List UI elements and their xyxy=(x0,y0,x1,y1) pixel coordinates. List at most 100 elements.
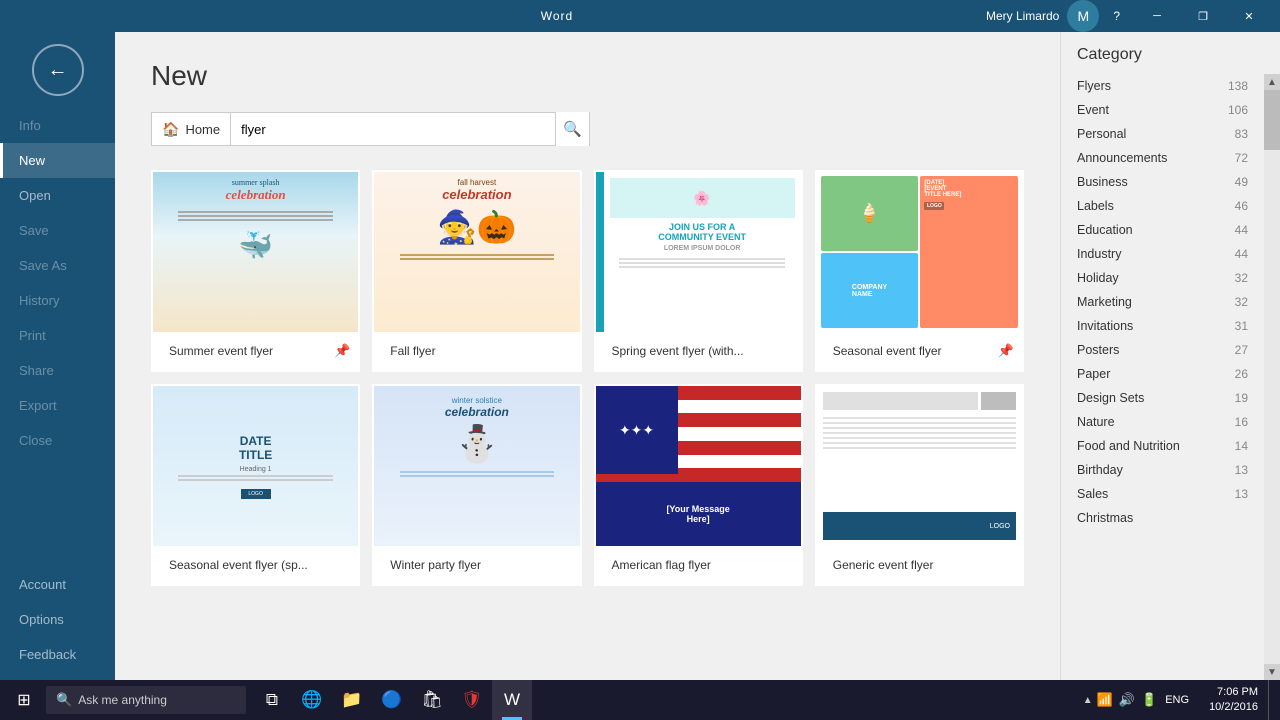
show-desktop-button[interactable] xyxy=(1268,680,1276,720)
scroll-down-arrow[interactable]: ▼ xyxy=(1264,664,1280,680)
category-item-announcements[interactable]: Announcements 72 xyxy=(1061,146,1264,170)
sidebar-item-save-as[interactable]: Save As xyxy=(0,248,115,283)
main-layout: ← Info New Open Save Save As History Pri… xyxy=(0,32,1280,680)
template-thumbnail: winter solstice celebration ⛄ xyxy=(374,386,579,546)
scrollbar-track[interactable] xyxy=(1264,90,1280,664)
search-home-button[interactable]: 🏠 Home xyxy=(151,112,230,146)
taskbar-app-word[interactable]: W xyxy=(492,680,532,720)
template-card[interactable]: 🍦 [DATE][EVENTTITLE HERE] LOGO COMPANYNA… xyxy=(815,170,1024,372)
sidebar-item-close[interactable]: Close xyxy=(0,423,115,458)
template-card[interactable]: winter solstice celebration ⛄ Winter par… xyxy=(372,384,581,586)
tray-chevron-icon[interactable]: ▲ xyxy=(1083,695,1093,706)
category-item-birthday[interactable]: Birthday 13 xyxy=(1061,458,1264,482)
category-name: Education xyxy=(1077,223,1133,237)
template-card[interactable]: 🌸 JOIN US FOR ACOMMUNITY EVENTLOREM IPSU… xyxy=(594,170,803,372)
search-input-wrap: 🔍 xyxy=(230,112,590,146)
taskbar-app-edge[interactable]: 🌐 xyxy=(292,680,332,720)
minimize-btn[interactable]: ─ xyxy=(1134,0,1180,32)
scroll-up-arrow[interactable]: ▲ xyxy=(1264,74,1280,90)
template-label: Fall flyer xyxy=(382,338,443,364)
search-bar: 🏠 Home 🔍 xyxy=(151,112,1024,146)
category-item-education[interactable]: Education 44 xyxy=(1061,218,1264,242)
category-count: 14 xyxy=(1235,439,1248,453)
category-item-personal[interactable]: Personal 83 xyxy=(1061,122,1264,146)
taskbar-app-security[interactable]: 🛡 xyxy=(452,680,492,720)
sidebar-item-print[interactable]: Print xyxy=(0,318,115,353)
user-name: Mery Limardo xyxy=(986,9,1059,23)
category-item-holiday[interactable]: Holiday 32 xyxy=(1061,266,1264,290)
category-count: 49 xyxy=(1235,175,1248,189)
category-name: Personal xyxy=(1077,127,1126,141)
category-count: 32 xyxy=(1235,271,1248,285)
taskbar-search[interactable]: 🔍 Ask me anything xyxy=(46,686,246,714)
category-item-sales[interactable]: Sales 13 xyxy=(1061,482,1264,506)
category-count: 44 xyxy=(1235,223,1248,237)
sidebar-item-info[interactable]: Info xyxy=(0,108,115,143)
template-card[interactable]: summer splash celebration 🐳 xyxy=(151,170,360,372)
category-count: 32 xyxy=(1235,295,1248,309)
category-header: Category xyxy=(1061,32,1280,74)
close-btn[interactable]: ✕ xyxy=(1226,0,1272,32)
sidebar-item-export[interactable]: Export xyxy=(0,388,115,423)
scrollbar-thumb[interactable] xyxy=(1264,90,1280,150)
category-item-marketing[interactable]: Marketing 32 xyxy=(1061,290,1264,314)
template-card[interactable]: fall harvest celebration 🧙🎃 Fall flyer xyxy=(372,170,581,372)
category-item-flyers[interactable]: Flyers 138 xyxy=(1061,74,1264,98)
category-name: Birthday xyxy=(1077,463,1123,477)
category-item-industry[interactable]: Industry 44 xyxy=(1061,242,1264,266)
sidebar-item-account[interactable]: Account xyxy=(0,567,115,602)
category-item-christmas[interactable]: Christmas xyxy=(1061,506,1264,530)
taskbar-search-text: Ask me anything xyxy=(78,693,167,707)
back-button[interactable]: ← xyxy=(32,44,84,96)
sidebar-item-share[interactable]: Share xyxy=(0,353,115,388)
help-btn[interactable]: ? xyxy=(1107,7,1126,25)
category-item-business[interactable]: Business 49 xyxy=(1061,170,1264,194)
flyer-preview: DATETITLE Heading 1 LOGO xyxy=(153,386,358,546)
category-count: 106 xyxy=(1228,103,1248,117)
sidebar-item-open[interactable]: Open xyxy=(0,178,115,213)
template-thumbnail: 🌸 JOIN US FOR ACOMMUNITY EVENTLOREM IPSU… xyxy=(596,172,801,332)
taskbar-app-taskview[interactable]: ⧉ xyxy=(252,680,292,720)
search-input[interactable] xyxy=(231,113,555,145)
category-count: 44 xyxy=(1235,247,1248,261)
category-item-food[interactable]: Food and Nutrition 14 xyxy=(1061,434,1264,458)
template-card[interactable]: LOGO Generic event flyer xyxy=(815,384,1024,586)
category-name: Invitations xyxy=(1077,319,1133,333)
category-item-invitations[interactable]: Invitations 31 xyxy=(1061,314,1264,338)
template-label: Seasonal event flyer xyxy=(825,338,950,364)
start-button[interactable]: ⊞ xyxy=(4,680,44,720)
template-label: Summer event flyer xyxy=(161,338,281,364)
content: New 🏠 Home 🔍 xyxy=(115,32,1060,680)
sidebar-item-save[interactable]: Save xyxy=(0,213,115,248)
taskbar-app-files[interactable]: 📁 xyxy=(332,680,372,720)
sidebar-item-options[interactable]: Options xyxy=(0,602,115,637)
category-item-posters[interactable]: Posters 27 xyxy=(1061,338,1264,362)
template-card[interactable]: DATETITLE Heading 1 LOGO xyxy=(151,384,360,586)
sidebar-item-new[interactable]: New xyxy=(0,143,115,178)
template-label: Spring event flyer (with... xyxy=(604,338,752,364)
category-item-paper[interactable]: Paper 26 xyxy=(1061,362,1264,386)
category-count: 72 xyxy=(1235,151,1248,165)
taskbar-app-ie[interactable]: 🔵 xyxy=(372,680,412,720)
category-item-event[interactable]: Event 106 xyxy=(1061,98,1264,122)
flyer-preview: fall harvest celebration 🧙🎃 xyxy=(374,172,579,332)
restore-btn[interactable]: ❐ xyxy=(1180,0,1226,32)
search-button[interactable]: 🔍 xyxy=(555,112,589,146)
template-thumbnail: fall harvest celebration 🧙🎃 xyxy=(374,172,579,332)
flyer-preview: LOGO xyxy=(817,386,1022,546)
category-name: Holiday xyxy=(1077,271,1119,285)
category-item-nature[interactable]: Nature 16 xyxy=(1061,410,1264,434)
template-thumbnail: LOGO xyxy=(817,386,1022,546)
template-card[interactable]: ✦✦✦ [Your MessageHere] American flag fly… xyxy=(594,384,803,586)
category-count: 13 xyxy=(1235,487,1248,501)
taskbar-clock[interactable]: 7:06 PM 10/2/2016 xyxy=(1201,685,1266,716)
category-item-labels[interactable]: Labels 46 xyxy=(1061,194,1264,218)
category-name: Business xyxy=(1077,175,1128,189)
templates-grid: summer splash celebration 🐳 xyxy=(151,170,1024,586)
sidebar-item-history[interactable]: History xyxy=(0,283,115,318)
flyer-preview: 🍦 [DATE][EVENTTITLE HERE] LOGO COMPANYNA… xyxy=(817,172,1022,332)
category-item-design-sets[interactable]: Design Sets 19 xyxy=(1061,386,1264,410)
sidebar-item-feedback[interactable]: Feedback xyxy=(0,637,115,672)
taskbar-apps: ⧉ 🌐 📁 🔵 🛍 🛡 W xyxy=(252,680,532,720)
taskbar-app-store[interactable]: 🛍 xyxy=(412,680,452,720)
